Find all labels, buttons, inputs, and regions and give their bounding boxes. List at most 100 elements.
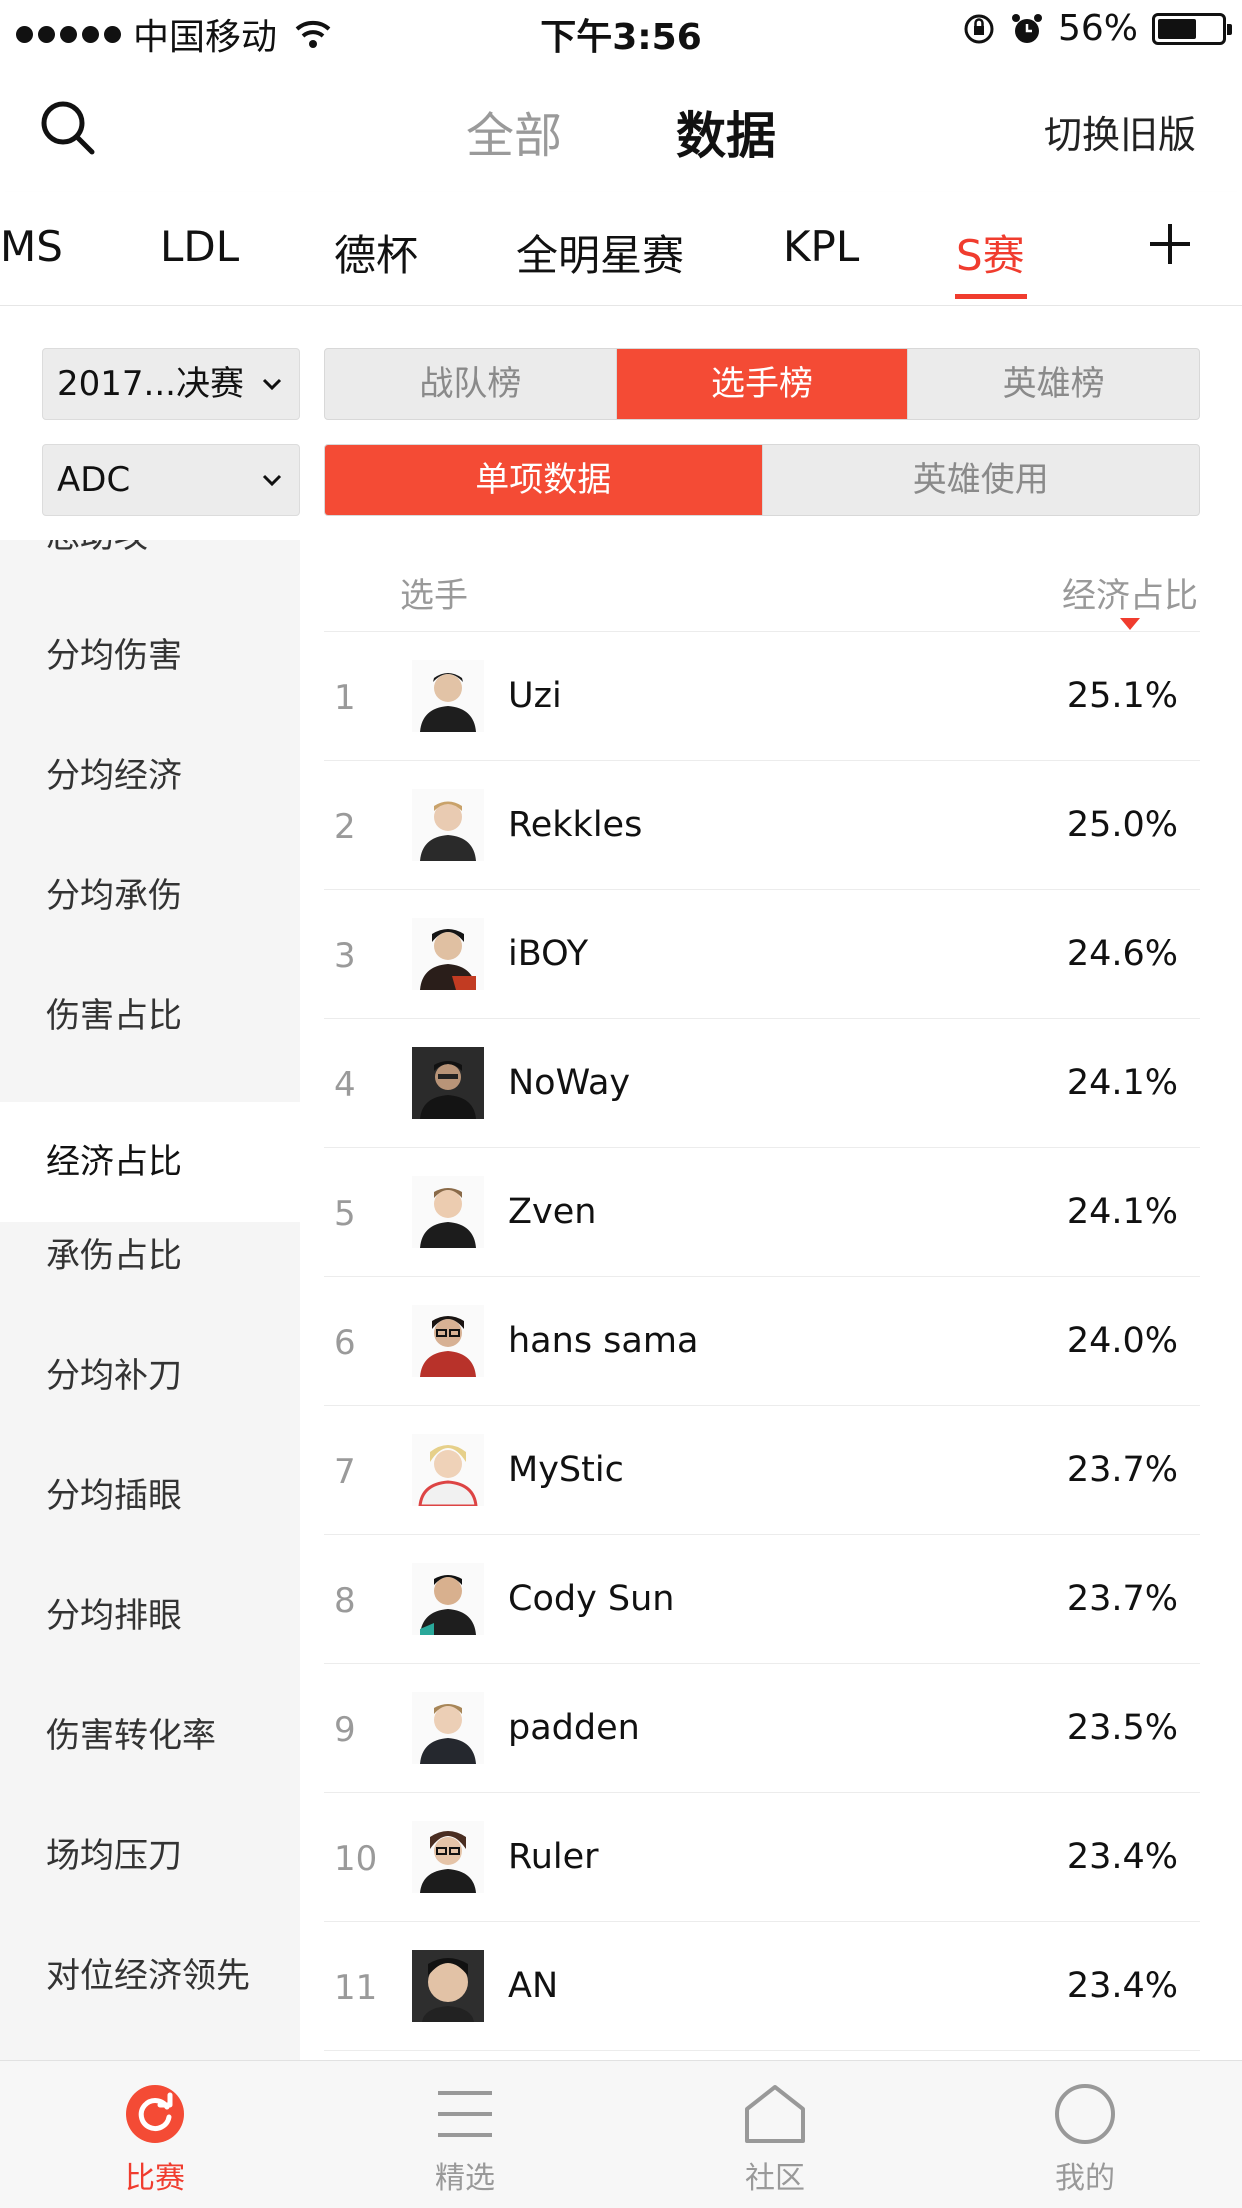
league-tab-worlds[interactable]: S赛 xyxy=(956,222,1025,283)
sidebar-item-lane-gold-lead[interactable]: 对位经济领先 xyxy=(0,1916,300,2036)
player-avatar xyxy=(412,918,484,990)
sort-descending-icon xyxy=(1120,618,1140,630)
player-name: NoWay xyxy=(508,1063,631,1103)
tab-data[interactable]: 数据 xyxy=(676,96,776,168)
top-header: 全部 数据 切换旧版 xyxy=(0,62,1242,192)
table-row[interactable]: 4 NoWay 24.1% xyxy=(324,1019,1200,1148)
rank-number: 9 xyxy=(334,1710,356,1750)
sidebar-item-damage-taken-per-min[interactable]: 分均承伤 xyxy=(0,836,300,956)
battery-percent: 56% xyxy=(1057,8,1138,49)
league-tab-ldl[interactable]: LDL xyxy=(160,222,239,271)
player-name: padden xyxy=(508,1708,640,1748)
table-row[interactable]: 6 hans sama 24.0% xyxy=(324,1277,1200,1406)
sidebar-item-wards-placed-per-min[interactable]: 分均插眼 xyxy=(0,1436,300,1556)
stat-value: 24.1% xyxy=(1066,1063,1178,1103)
bottom-tab-bar: 比赛 精选 社区 我的 xyxy=(0,2060,1242,2208)
tab-match[interactable]: 比赛 xyxy=(0,2061,310,2208)
season-dropdown-value: 2017...决赛 xyxy=(57,364,244,404)
switch-old-version-link[interactable]: 切换旧版 xyxy=(1044,104,1196,159)
rank-number: 4 xyxy=(334,1065,356,1105)
player-avatar xyxy=(412,1047,484,1119)
table-row[interactable]: 1 Uzi 25.1% xyxy=(324,632,1200,761)
sidebar-item-wards-cleared-per-min[interactable]: 分均排眼 xyxy=(0,1556,300,1676)
table-row[interactable]: 2 Rekkles 25.0% xyxy=(324,761,1200,890)
active-tab-indicator xyxy=(955,294,1027,299)
sidebar-item-cs-per-min[interactable]: 分均补刀 xyxy=(0,1316,300,1436)
tab-all[interactable]: 全部 xyxy=(466,96,562,166)
league-tab-decup[interactable]: 德杯 xyxy=(334,222,418,283)
rank-number: 3 xyxy=(334,936,356,976)
stat-value: 23.4% xyxy=(1066,1966,1178,2006)
hero-ranking-tab[interactable]: 英雄榜 xyxy=(908,349,1199,419)
table-row[interactable]: 7 MyStic 23.7% xyxy=(324,1406,1200,1535)
player-ranking-table: 选手 经济占比 1 Uzi 25.1% 2 Rekkles 25.0% 3 iB… xyxy=(324,540,1200,2060)
menu-lines-icon xyxy=(438,2091,492,2137)
table-row[interactable]: 11 AN 23.4% xyxy=(324,1922,1200,2051)
search-icon[interactable] xyxy=(38,98,98,158)
league-tab-ms[interactable]: MS xyxy=(0,222,63,271)
stat-value: 25.0% xyxy=(1066,805,1178,845)
data-type-segment: 单项数据 英雄使用 xyxy=(324,444,1200,516)
player-avatar xyxy=(412,1563,484,1635)
stat-value: 25.1% xyxy=(1066,676,1178,716)
team-ranking-tab[interactable]: 战队榜 xyxy=(325,349,617,419)
tab-mine[interactable]: 我的 xyxy=(930,2061,1240,2208)
table-row[interactable]: 9 padden 23.5% xyxy=(324,1664,1200,1793)
hero-usage-tab[interactable]: 英雄使用 xyxy=(763,445,1200,515)
sidebar-item-damage-share[interactable]: 伤害占比 xyxy=(0,956,300,1076)
table-row[interactable]: 8 Cody Sun 23.7% xyxy=(324,1535,1200,1664)
player-avatar xyxy=(412,1821,484,1893)
stat-value: 24.1% xyxy=(1066,1192,1178,1232)
player-name: Uzi xyxy=(508,676,562,716)
column-header-stat[interactable]: 经济占比 xyxy=(1062,568,1198,617)
player-name: AN xyxy=(508,1966,559,2006)
rank-number: 2 xyxy=(334,807,356,847)
sidebar-item-cs-diff[interactable]: 场均压刀 xyxy=(0,1796,300,1916)
rank-number: 6 xyxy=(334,1323,356,1363)
league-tab-bar: MS LDL 德杯 全明星赛 KPL S赛 xyxy=(0,192,1242,306)
player-avatar xyxy=(412,1176,484,1248)
tab-mine-label: 我的 xyxy=(1055,2161,1115,2196)
player-ranking-tab[interactable]: 选手榜 xyxy=(616,349,909,419)
stat-value: 23.4% xyxy=(1066,1837,1178,1877)
sidebar-item-damage-per-min[interactable]: 分均伤害 xyxy=(0,596,300,716)
tab-featured[interactable]: 精选 xyxy=(310,2061,620,2208)
season-dropdown[interactable]: 2017...决赛 xyxy=(42,348,300,420)
league-tab-kpl[interactable]: KPL xyxy=(783,222,859,271)
player-name: Rekkles xyxy=(508,805,643,845)
player-avatar xyxy=(412,660,484,732)
league-tab-allstar[interactable]: 全明星赛 xyxy=(516,222,684,283)
profile-circle-icon xyxy=(1055,2084,1115,2144)
position-dropdown[interactable]: ADC xyxy=(42,444,300,516)
player-avatar xyxy=(412,1305,484,1377)
stat-value: 23.7% xyxy=(1066,1579,1178,1619)
player-name: Ruler xyxy=(508,1837,599,1877)
player-name: iBOY xyxy=(508,934,589,974)
orientation-lock-icon xyxy=(964,14,994,43)
sidebar-item-gold-per-min[interactable]: 分均经济 xyxy=(0,716,300,836)
tab-community-label: 社区 xyxy=(745,2161,805,2196)
single-stat-tab[interactable]: 单项数据 xyxy=(325,445,763,515)
table-row[interactable]: 5 Zven 24.1% xyxy=(324,1148,1200,1277)
house-icon xyxy=(745,2085,805,2143)
alarm-icon xyxy=(1011,13,1042,43)
stat-value: 24.0% xyxy=(1066,1321,1178,1361)
rank-number: 5 xyxy=(334,1194,356,1234)
table-row[interactable]: 3 iBOY 24.6% xyxy=(324,890,1200,1019)
sidebar-item-damage-conversion[interactable]: 伤害转化率 xyxy=(0,1676,300,1796)
chevron-down-icon xyxy=(262,474,282,487)
rank-number: 1 xyxy=(334,678,356,718)
match-refresh-icon xyxy=(126,2085,184,2143)
player-avatar xyxy=(412,1692,484,1764)
player-name: Cody Sun xyxy=(508,1579,675,1619)
player-name: hans sama xyxy=(508,1321,699,1361)
battery-icon xyxy=(1152,12,1232,45)
add-league-button[interactable] xyxy=(1150,222,1194,266)
tab-community[interactable]: 社区 xyxy=(620,2061,930,2208)
table-row[interactable]: 10 Ruler 23.4% xyxy=(324,1793,1200,1922)
sidebar-item-damage-taken-share[interactable]: 承伤占比 xyxy=(0,1196,300,1316)
sidebar-item-total-assists[interactable]: 总助攻 xyxy=(0,540,300,596)
stat-value: 24.6% xyxy=(1066,934,1178,974)
filter-panel: 2017...决赛 战队榜 选手榜 英雄榜 ADC 单项数据 英雄使用 xyxy=(0,306,1242,540)
player-avatar xyxy=(412,789,484,861)
